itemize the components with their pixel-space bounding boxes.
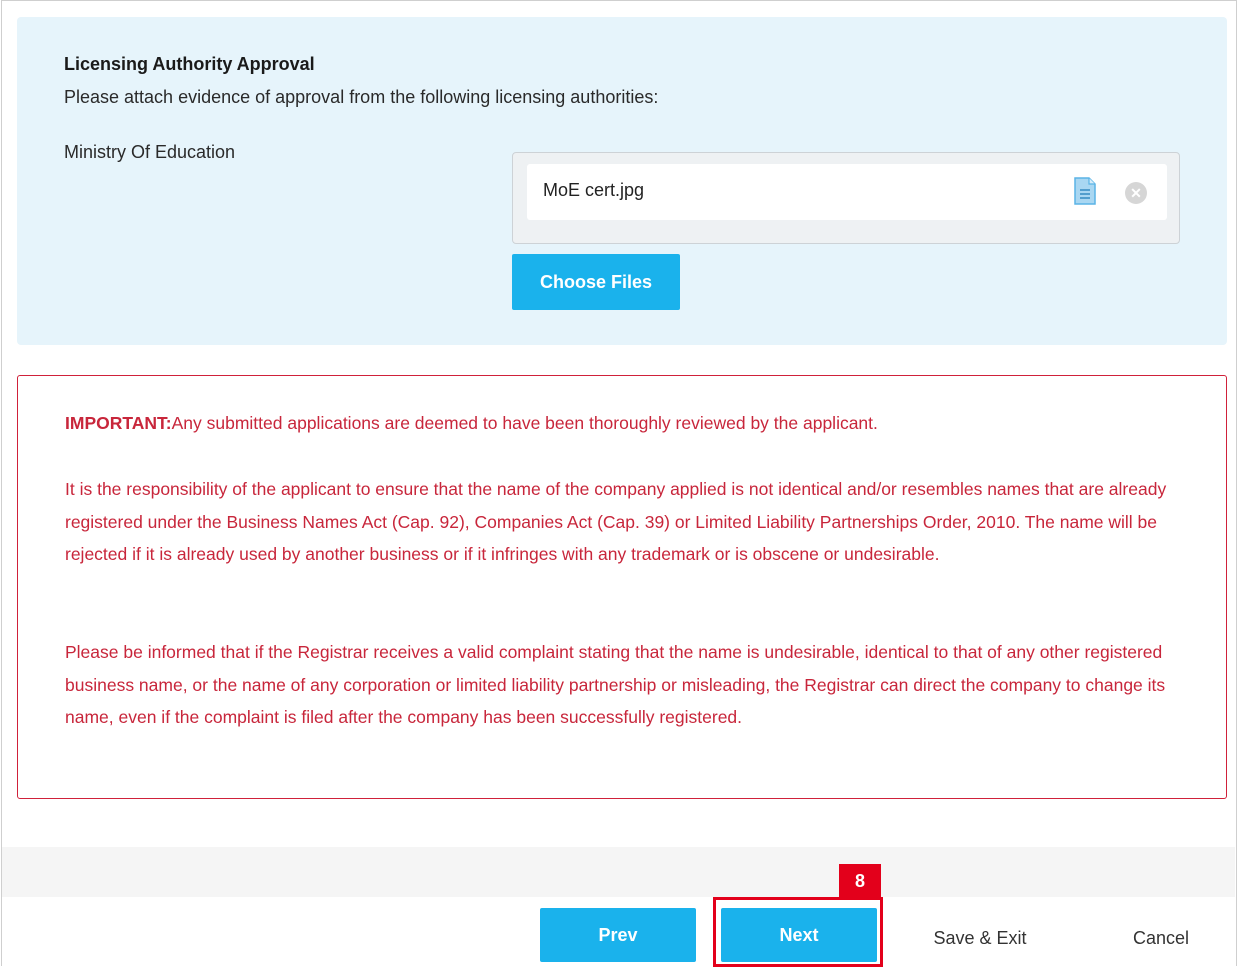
- important-label: IMPORTANT:: [65, 413, 172, 433]
- save-exit-button[interactable]: Save & Exit: [905, 920, 1055, 956]
- important-notice: IMPORTANT:Any submitted applications are…: [17, 375, 1227, 799]
- remove-file-icon[interactable]: ✕: [1125, 182, 1147, 204]
- document-icon[interactable]: [1074, 177, 1096, 205]
- name-responsibility-paragraph: It is the responsibility of the applican…: [65, 479, 1167, 564]
- step-number-badge: 8: [839, 864, 881, 898]
- important-line: IMPORTANT:Any submitted applications are…: [65, 407, 1185, 440]
- cancel-button[interactable]: Cancel: [1098, 920, 1224, 956]
- attached-file-item: MoE cert.jpg ✕: [527, 164, 1167, 220]
- important-line-text: Any submitted applications are deemed to…: [171, 413, 878, 433]
- footer-divider: [2, 847, 1235, 897]
- registrar-complaint-paragraph: Please be informed that if the Registrar…: [65, 642, 1166, 727]
- authority-label: Ministry Of Education: [64, 142, 236, 162]
- approval-title: Licensing Authority Approval: [64, 54, 315, 74]
- choose-files-button[interactable]: Choose Files: [512, 254, 680, 310]
- licensing-approval-panel: Licensing Authority Approval Please atta…: [17, 17, 1227, 345]
- next-button-highlight: [713, 897, 883, 967]
- approval-description: Please attach evidence of approval from …: [64, 87, 659, 107]
- prev-button[interactable]: Prev: [540, 908, 696, 962]
- attached-files-box: MoE cert.jpg ✕: [512, 152, 1180, 244]
- attached-file-name[interactable]: MoE cert.jpg: [543, 180, 644, 201]
